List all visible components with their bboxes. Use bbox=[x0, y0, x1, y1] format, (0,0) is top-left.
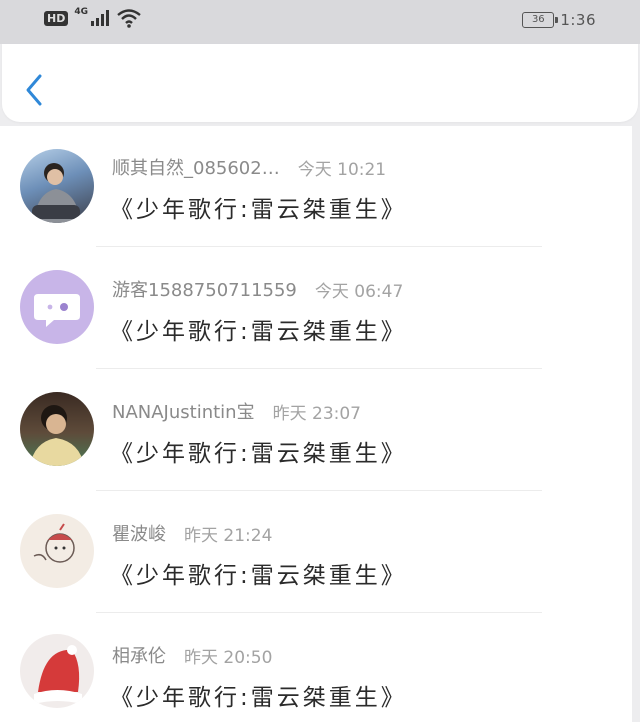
list-item[interactable]: NANAJustintin宝 昨天 23:07 《少年歌行:雷云桀重生》 bbox=[0, 370, 632, 492]
divider bbox=[96, 612, 542, 613]
avatar[interactable] bbox=[20, 270, 94, 344]
hd-badge: HD bbox=[44, 10, 69, 26]
chat-bubble-icon bbox=[34, 294, 80, 327]
avatar-image bbox=[30, 405, 84, 466]
message-text: 《少年歌行:雷云桀重生》 bbox=[110, 685, 407, 711]
message-meta: 相承伦 昨天 20:50 bbox=[112, 640, 272, 670]
status-right: 36 1:36 bbox=[522, 11, 596, 29]
username: 相承伦 bbox=[112, 646, 166, 667]
scrollbar[interactable] bbox=[632, 126, 640, 722]
message-text: 《少年歌行:雷云桀重生》 bbox=[110, 441, 407, 467]
message-meta: 游客1588750711559 今天 06:47 bbox=[112, 274, 403, 304]
avatar-image bbox=[34, 645, 82, 704]
list-item[interactable]: 顺其自然_085602… 今天 10:21 《少年歌行:雷云桀重生》 bbox=[0, 126, 632, 248]
message-text: 《少年歌行:雷云桀重生》 bbox=[110, 197, 407, 223]
username: 游客1588750711559 bbox=[112, 280, 297, 301]
timestamp: 昨天 21:24 bbox=[184, 525, 273, 546]
username: NANAJustintin宝 bbox=[112, 402, 255, 423]
timestamp: 昨天 20:50 bbox=[184, 647, 273, 668]
avatar[interactable] bbox=[20, 634, 94, 708]
list-item[interactable]: 瞿波峻 昨天 21:24 《少年歌行:雷云桀重生》 bbox=[0, 492, 632, 614]
avatar[interactable] bbox=[20, 392, 94, 466]
avatar-image bbox=[33, 523, 75, 563]
username: 顺其自然_085602… bbox=[112, 158, 280, 179]
message-text: 《少年歌行:雷云桀重生》 bbox=[110, 319, 407, 345]
message-meta: NANAJustintin宝 昨天 23:07 bbox=[112, 396, 361, 426]
status-indicators: HD 4G bbox=[44, 7, 142, 28]
nav-bar bbox=[2, 44, 638, 122]
divider bbox=[96, 490, 542, 491]
clock: 1:36 bbox=[560, 11, 596, 29]
avatar-image bbox=[32, 163, 80, 223]
avatar[interactable] bbox=[20, 149, 94, 223]
signal-icon bbox=[91, 10, 109, 26]
list-item[interactable]: 相承伦 昨天 20:50 《少年歌行:雷云桀重生》 bbox=[0, 614, 632, 722]
battery-icon: 36 bbox=[522, 12, 559, 28]
status-bar: HD 4G 36 1:36 bbox=[0, 0, 640, 44]
message-text: 《少年歌行:雷云桀重生》 bbox=[110, 563, 407, 589]
chevron-left-icon bbox=[26, 74, 42, 106]
divider bbox=[96, 368, 542, 369]
message-meta: 瞿波峻 昨天 21:24 bbox=[112, 518, 272, 548]
message-meta: 顺其自然_085602… 今天 10:21 bbox=[112, 152, 386, 182]
avatar[interactable] bbox=[20, 514, 94, 588]
timestamp: 今天 06:47 bbox=[314, 281, 404, 302]
timestamp: 昨天 23:07 bbox=[272, 403, 361, 424]
message-list[interactable]: 顺其自然_085602… 今天 10:21 《少年歌行:雷云桀重生》 游客158… bbox=[0, 126, 632, 722]
back-button[interactable] bbox=[20, 72, 50, 108]
list-item[interactable]: 游客1588750711559 今天 06:47 《少年歌行:雷云桀重生》 bbox=[0, 248, 632, 370]
username: 瞿波峻 bbox=[112, 524, 166, 545]
network-type: 4G bbox=[74, 7, 88, 17]
wifi-icon bbox=[117, 9, 141, 28]
timestamp: 今天 10:21 bbox=[297, 159, 387, 180]
divider bbox=[96, 246, 542, 247]
